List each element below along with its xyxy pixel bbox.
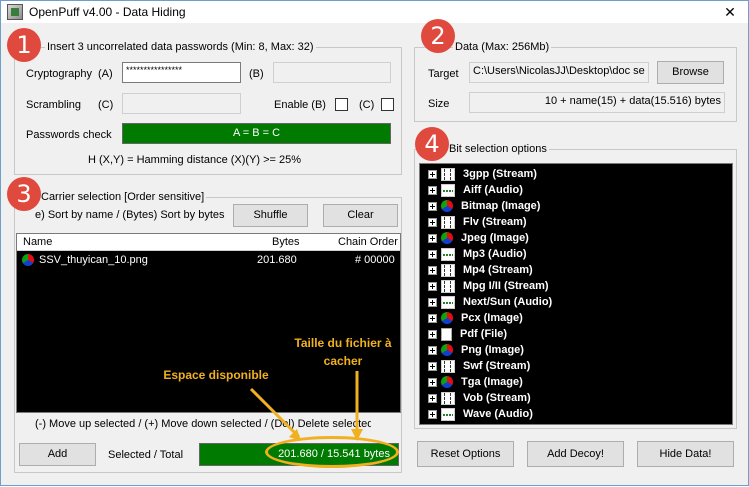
- espace-arrow: [249, 387, 301, 439]
- openpuff-window: OpenPuff v4.00 - Data Hiding ✕ Insert 3 …: [0, 0, 749, 486]
- annotation-arrows: [249, 371, 363, 441]
- selected-total-highlight: [265, 436, 399, 468]
